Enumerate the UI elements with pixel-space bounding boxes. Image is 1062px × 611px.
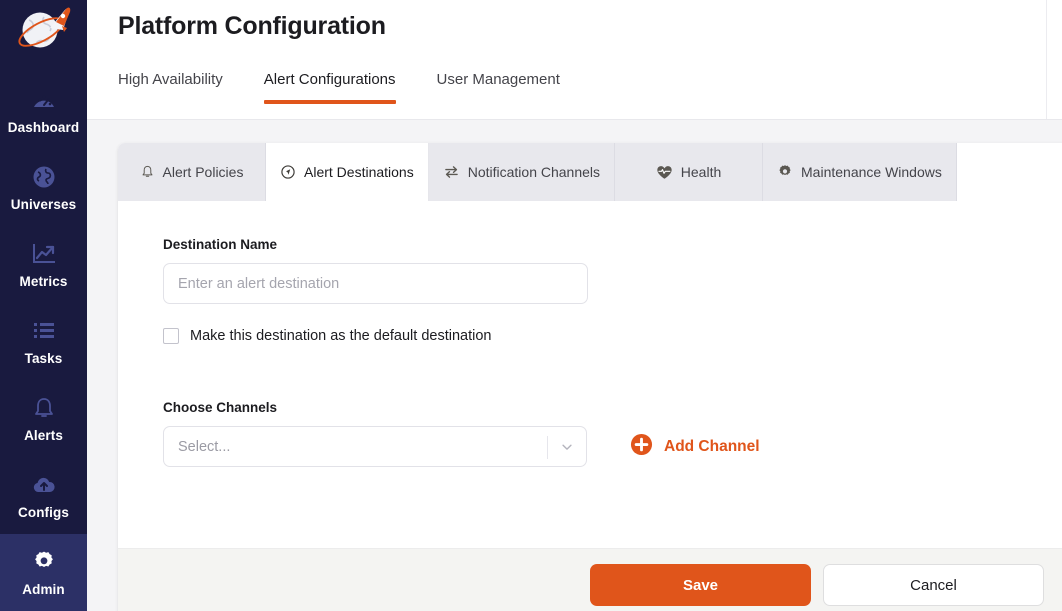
choose-channels-row: Select... Add Channel: [163, 426, 1062, 467]
bell-icon: [31, 395, 57, 421]
tab-label: User Management: [436, 71, 560, 88]
sidebar-item-label: Universes: [10, 196, 77, 212]
dashboard-gauge-icon: [31, 87, 57, 113]
sidebar-item-label: Admin: [22, 581, 65, 597]
chevron-down-icon[interactable]: [548, 427, 586, 466]
channels-select[interactable]: Select...: [163, 426, 587, 467]
sidebar-item-admin[interactable]: Admin: [0, 534, 87, 611]
content-area: Alert Policies Alert Destinations Notifi…: [87, 120, 1062, 611]
sidebar-nav: Dashboard Universes Metrics Tasks Alerts…: [0, 72, 87, 611]
default-destination-label: Make this destination as the default des…: [190, 328, 492, 344]
alert-destination-card: Alert Policies Alert Destinations Notifi…: [118, 143, 1062, 611]
card-footer: Save Cancel: [118, 548, 1062, 611]
default-destination-checkbox[interactable]: [163, 328, 179, 344]
tab-label: Alert Configurations: [263, 71, 396, 88]
heart-pulse-icon: [656, 165, 673, 180]
plus-circle-icon: [630, 433, 653, 461]
sidebar-item-alerts[interactable]: Alerts: [0, 380, 87, 457]
tab-high-availability[interactable]: High Availability: [118, 71, 223, 104]
card-tab-maintenance-windows[interactable]: Maintenance Windows: [763, 143, 957, 201]
gear-icon: [31, 549, 57, 575]
sidebar-item-label: Configs: [18, 504, 69, 520]
card-tab-label: Notification Channels: [467, 163, 601, 180]
card-tab-label: Maintenance Windows: [801, 163, 942, 180]
tab-user-management[interactable]: User Management: [437, 71, 560, 104]
destination-name-label: Destination Name: [163, 237, 278, 252]
card-tab-label: Alert Policies: [162, 163, 244, 180]
globe-icon: [31, 164, 57, 190]
sidebar-item-label: Metrics: [19, 273, 68, 289]
sidebar-item-label: Tasks: [24, 350, 63, 366]
tab-label: High Availability: [118, 71, 223, 88]
main-area: Platform Configuration High Availability…: [87, 0, 1062, 611]
page-title: Platform Configuration: [118, 12, 386, 40]
chart-line-icon: [31, 241, 57, 267]
tab-alert-configurations[interactable]: Alert Configurations: [263, 71, 396, 104]
sidebar: Dashboard Universes Metrics Tasks Alerts…: [0, 0, 87, 611]
top-tab-bar: High Availability Alert Configurations U…: [118, 71, 601, 104]
list-icon: [31, 318, 57, 344]
app-root: Dashboard Universes Metrics Tasks Alerts…: [0, 0, 1062, 611]
card-tab-label: Alert Destinations: [304, 163, 414, 180]
cancel-button[interactable]: Cancel: [823, 564, 1044, 606]
add-channel-label: Add Channel: [664, 437, 760, 455]
destination-name-input[interactable]: [163, 263, 588, 304]
card-tab-label: Health: [680, 163, 722, 180]
sidebar-item-tasks[interactable]: Tasks: [0, 303, 87, 380]
card-tab-bar: Alert Policies Alert Destinations Notifi…: [118, 143, 1062, 201]
sidebar-item-label: Dashboard: [7, 119, 80, 135]
card-tab-alert-destinations[interactable]: Alert Destinations: [266, 143, 429, 201]
exchange-arrows-icon: [443, 164, 460, 180]
sidebar-item-configs[interactable]: Configs: [0, 457, 87, 534]
card-tab-alert-policies[interactable]: Alert Policies: [118, 143, 266, 201]
gear-icon: [777, 164, 793, 180]
destination-target-icon: [280, 164, 296, 180]
card-tab-notification-channels[interactable]: Notification Channels: [428, 143, 616, 201]
default-destination-checkbox-row[interactable]: Make this destination as the default des…: [163, 328, 1062, 344]
save-button[interactable]: Save: [590, 564, 811, 606]
card-body: Destination Name Make this destination a…: [118, 201, 1062, 548]
choose-channels-label: Choose Channels: [163, 400, 278, 415]
add-channel-button[interactable]: Add Channel: [630, 433, 760, 461]
channels-select-value: Select...: [178, 438, 231, 455]
bell-icon: [140, 164, 155, 180]
sidebar-item-universes[interactable]: Universes: [0, 149, 87, 226]
yugabyte-rocket-globe-logo: [17, 7, 70, 48]
sidebar-item-dashboard[interactable]: Dashboard: [0, 72, 87, 149]
app-logo[interactable]: [0, 2, 87, 60]
sidebar-item-metrics[interactable]: Metrics: [0, 226, 87, 303]
sidebar-item-label: Alerts: [24, 427, 63, 443]
card-tab-health[interactable]: Health: [615, 143, 764, 201]
cloud-upload-icon: [31, 472, 57, 498]
header-rail-divider: [1046, 0, 1047, 119]
